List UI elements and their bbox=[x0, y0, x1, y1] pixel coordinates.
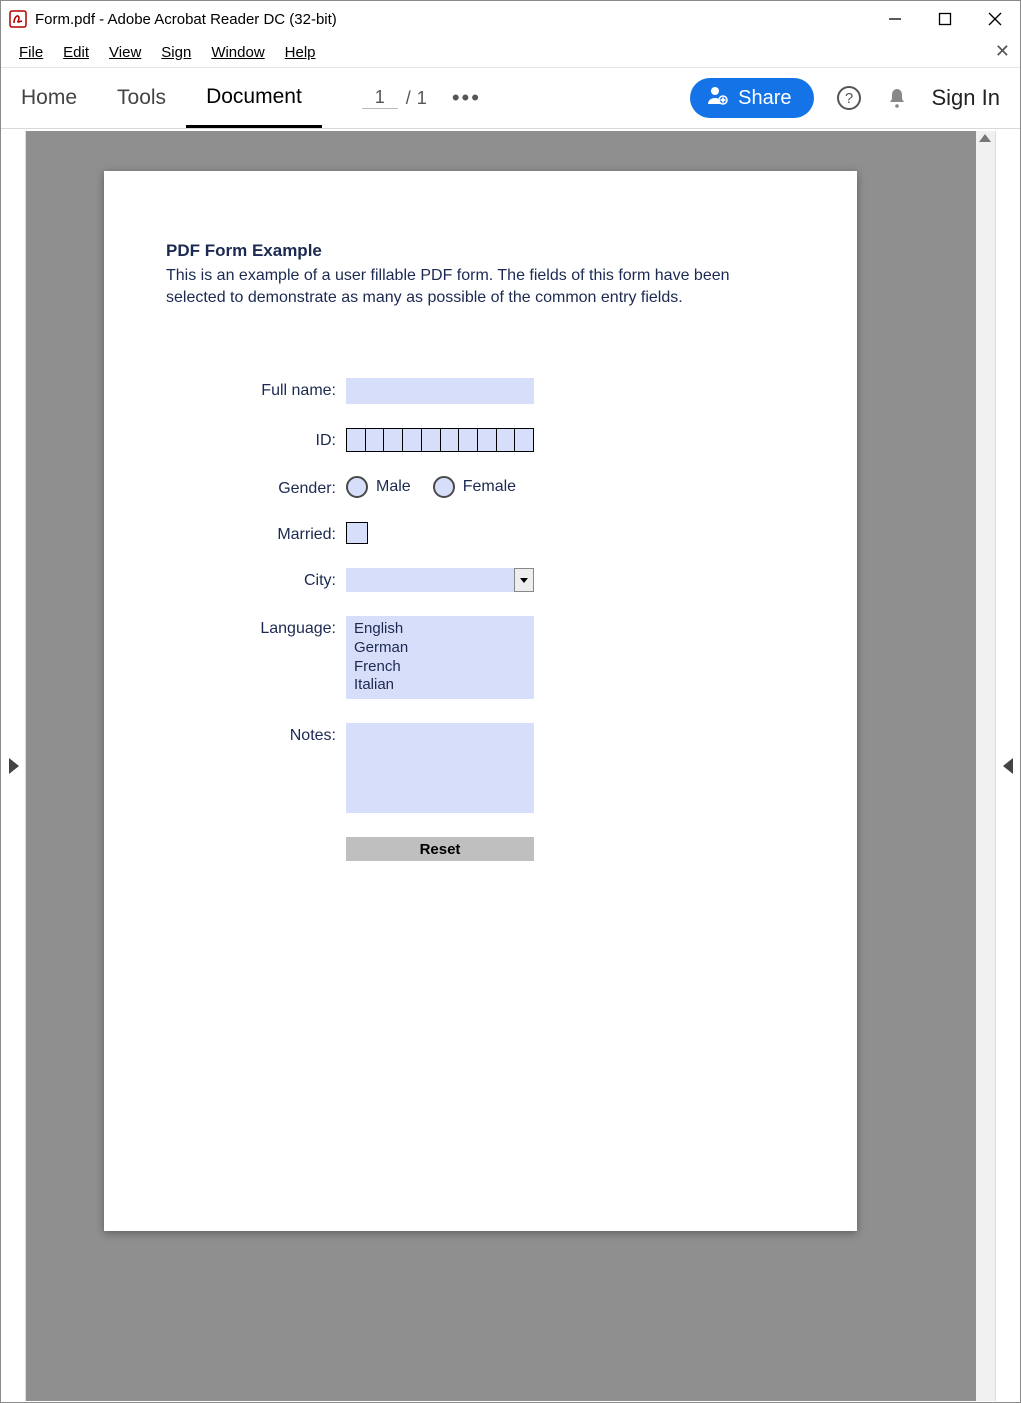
menubar: File Edit View Sign Window Help ✕ bbox=[1, 37, 1020, 67]
help-icon[interactable]: ? bbox=[836, 85, 862, 111]
window-controls bbox=[870, 1, 1020, 37]
share-button[interactable]: Share bbox=[690, 78, 813, 118]
label-full-name: Full name: bbox=[166, 378, 346, 400]
label-married: Married: bbox=[166, 522, 346, 544]
close-panel-icon[interactable]: ✕ bbox=[995, 41, 1010, 62]
page-separator: / bbox=[406, 88, 411, 109]
label-notes: Notes: bbox=[166, 723, 346, 745]
titlebar: Form.pdf - Adobe Acrobat Reader DC (32-b… bbox=[1, 1, 1020, 37]
language-option[interactable]: English bbox=[354, 620, 526, 639]
page-total: 1 bbox=[417, 88, 427, 109]
tab-document[interactable]: Document bbox=[186, 68, 322, 128]
page-navigator: 1 / 1 bbox=[362, 87, 427, 109]
radio-male-label: Male bbox=[376, 478, 411, 496]
label-language: Language: bbox=[166, 616, 346, 638]
label-city: City: bbox=[166, 568, 346, 590]
city-select[interactable] bbox=[346, 568, 534, 592]
form-title: PDF Form Example bbox=[166, 241, 795, 261]
left-panel-toggle[interactable] bbox=[2, 131, 26, 1401]
reset-label: Reset bbox=[420, 841, 461, 858]
scroll-up-icon[interactable] bbox=[979, 134, 991, 142]
label-gender: Gender: bbox=[166, 476, 346, 498]
menu-view[interactable]: View bbox=[99, 44, 151, 61]
notes-textarea[interactable] bbox=[346, 723, 534, 813]
radio-male[interactable] bbox=[346, 476, 368, 498]
share-label: Share bbox=[738, 87, 791, 110]
form-description: This is an example of a user fillable PD… bbox=[166, 265, 786, 308]
city-value bbox=[346, 568, 514, 592]
menu-sign[interactable]: Sign bbox=[151, 44, 201, 61]
tab-home[interactable]: Home bbox=[1, 68, 97, 128]
share-icon bbox=[706, 84, 728, 112]
document-area: PDF Form Example This is an example of a… bbox=[2, 131, 1019, 1401]
radio-female-label: Female bbox=[463, 478, 516, 496]
language-option[interactable]: French bbox=[354, 658, 526, 677]
married-checkbox[interactable] bbox=[346, 522, 368, 544]
sign-in-link[interactable]: Sign In bbox=[932, 85, 1001, 111]
minimize-button[interactable] bbox=[870, 1, 920, 37]
full-name-input[interactable] bbox=[346, 378, 534, 404]
right-panel-toggle[interactable] bbox=[995, 131, 1019, 1401]
reset-button[interactable]: Reset bbox=[346, 837, 534, 861]
menu-edit[interactable]: Edit bbox=[53, 44, 99, 61]
menu-window[interactable]: Window bbox=[201, 44, 274, 61]
close-button[interactable] bbox=[970, 1, 1020, 37]
svg-text:?: ? bbox=[844, 90, 852, 107]
radio-female[interactable] bbox=[433, 476, 455, 498]
window-title: Form.pdf - Adobe Acrobat Reader DC (32-b… bbox=[35, 11, 870, 28]
toolbar: Home Tools Document 1 / 1 ••• Share ? Si… bbox=[1, 67, 1020, 129]
tab-tools[interactable]: Tools bbox=[97, 68, 186, 128]
label-id: ID: bbox=[166, 428, 346, 450]
vertical-scrollbar[interactable] bbox=[976, 131, 995, 1401]
page-current-input[interactable]: 1 bbox=[362, 87, 398, 109]
more-tools-icon[interactable]: ••• bbox=[452, 85, 481, 111]
maximize-button[interactable] bbox=[920, 1, 970, 37]
language-list[interactable]: English German French Italian bbox=[346, 616, 534, 699]
menu-help[interactable]: Help bbox=[275, 44, 326, 61]
chevron-down-icon[interactable] bbox=[514, 568, 534, 592]
document-viewport[interactable]: PDF Form Example This is an example of a… bbox=[26, 131, 995, 1401]
language-option[interactable]: German bbox=[354, 639, 526, 658]
id-input[interactable] bbox=[346, 428, 534, 452]
language-option[interactable]: Italian bbox=[354, 676, 526, 695]
menu-file[interactable]: File bbox=[9, 44, 53, 61]
pdf-page: PDF Form Example This is an example of a… bbox=[104, 171, 857, 1231]
bell-icon[interactable] bbox=[884, 85, 910, 111]
acrobat-icon bbox=[9, 10, 27, 28]
